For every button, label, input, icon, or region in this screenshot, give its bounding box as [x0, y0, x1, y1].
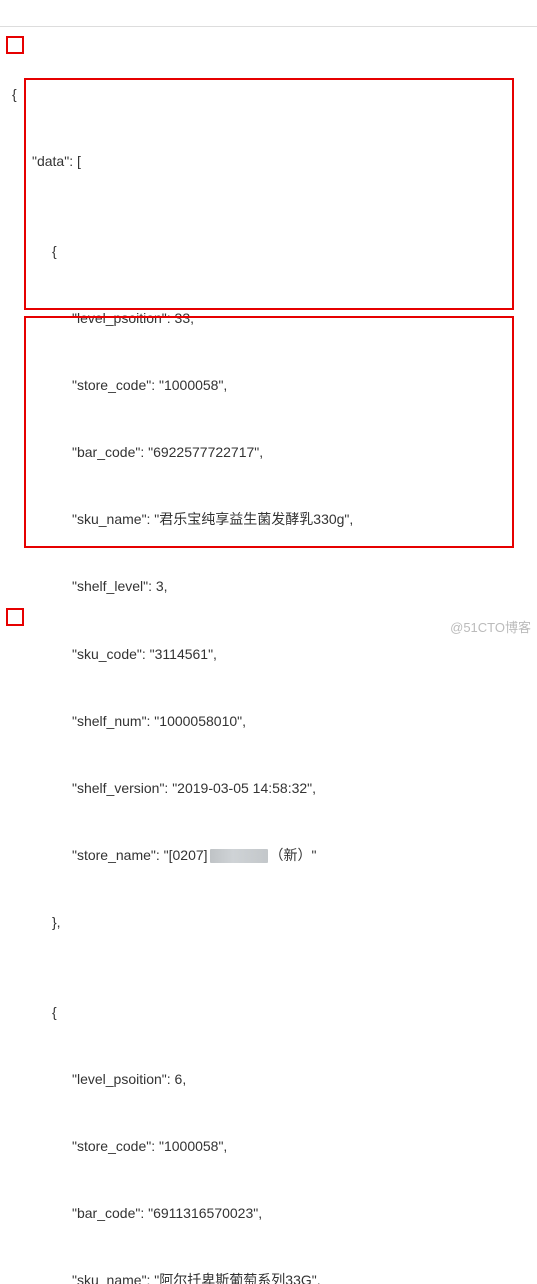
redacted-bar — [210, 849, 268, 863]
item1-open: { — [12, 240, 529, 262]
item1-shelf-num: "shelf_num": "1000058010", — [12, 710, 529, 732]
item1-bar-code: "bar_code": "6922577722717", — [12, 441, 529, 463]
item1-store-name-prefix: "store_name": "[0207] — [72, 847, 208, 863]
item2-sku-name: "sku_name": "阿尔扦卑斯葡萄系列33G", — [12, 1269, 529, 1284]
item2-open: { — [12, 1001, 529, 1023]
item1-sku-name: "sku_name": "君乐宝纯享益生菌发酵乳330g", — [12, 508, 529, 530]
root-open-brace: { — [12, 83, 529, 105]
data-key-open: "data": [ — [12, 150, 529, 172]
item2-level-psoition: "level_psoition": 6, — [12, 1068, 529, 1090]
item2-bar-code: "bar_code": "6911316570023", — [12, 1202, 529, 1224]
item1-shelf-level: "shelf_level": 3, — [12, 575, 529, 597]
item1-shelf-version: "shelf_version": "2019-03-05 14:58:32", — [12, 777, 529, 799]
watermark: @51CTO博客 — [450, 617, 531, 636]
item1-store-name: "store_name": "[0207] （新）" — [12, 844, 529, 866]
json-pre-block: { "data": [ { "level_psoition": 33, "sto… — [8, 10, 529, 1284]
json-content-area: { "data": [ { "level_psoition": 33, "sto… — [0, 0, 537, 1284]
item1-level-psoition: "level_psoition": 33, — [12, 307, 529, 329]
item1-store-name-suffix: （新）" — [270, 847, 317, 863]
highlight-box-bottom-brace — [6, 608, 24, 626]
item1-sku-code: "sku_code": "3114561", — [12, 643, 529, 665]
item1-close: }, — [12, 911, 529, 933]
item1-store-code: "store_code": "1000058", — [12, 374, 529, 396]
highlight-box-top-brace — [6, 36, 24, 54]
item2-store-code: "store_code": "1000058", — [12, 1135, 529, 1157]
